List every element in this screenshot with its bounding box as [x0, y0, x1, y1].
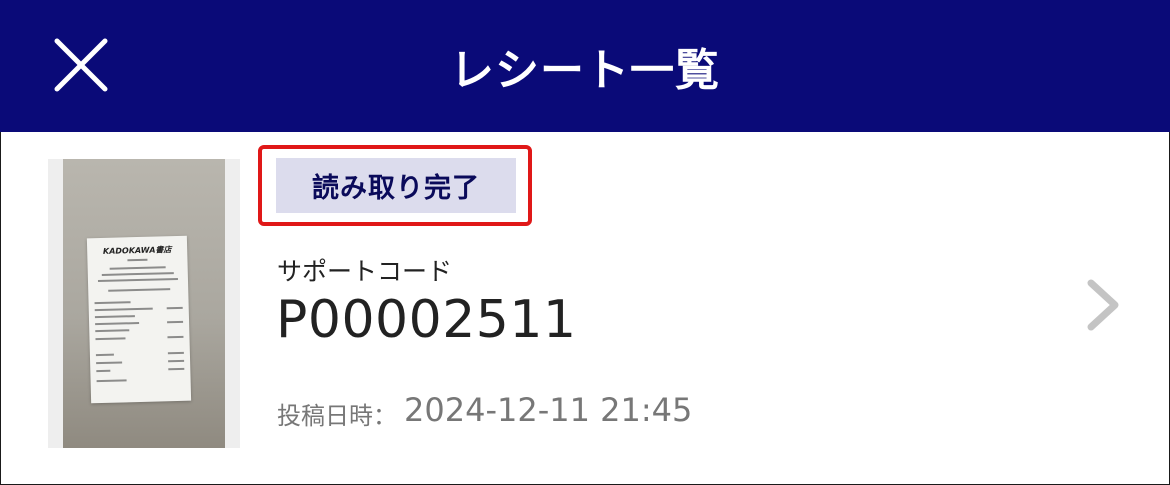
- receipt-text-line: [94, 307, 153, 312]
- posted-date-value: 2024-12-11 21:45: [404, 391, 693, 429]
- receipt-text-line: [94, 301, 131, 305]
- receipt-text-line: [94, 315, 135, 319]
- receipt-paper: KADOKAWA書店: [86, 235, 192, 404]
- receipt-text-line: [127, 258, 148, 262]
- receipt-store-name: KADOKAWA書店: [102, 245, 172, 256]
- receipt-text-line: [108, 288, 171, 292]
- receipt-text-line: [96, 379, 127, 383]
- receipt-text-line: [167, 351, 184, 355]
- receipt-list-item[interactable]: KADOKAWA書店 読み取り完了 サポートコード P00002511 投稿日時…: [0, 132, 1170, 485]
- receipt-text-line: [95, 337, 126, 341]
- header-bar: レシート一覧: [0, 0, 1170, 132]
- receipt-text-line: [95, 329, 130, 333]
- receipt-text-line: [97, 277, 178, 283]
- status-badge: 読み取り完了: [276, 158, 516, 213]
- receipt-text-line: [101, 272, 174, 276]
- receipt-text-line: [168, 359, 185, 363]
- receipt-text-line: [167, 335, 184, 339]
- receipt-text-line: [95, 353, 114, 357]
- support-code-value: P00002511: [276, 290, 577, 350]
- receipt-thumbnail[interactable]: KADOKAWA書店: [48, 159, 240, 448]
- chevron-right-icon[interactable]: [1083, 277, 1123, 333]
- receipt-text-line: [166, 306, 183, 310]
- page-title: レシート一覧: [450, 45, 720, 96]
- receipt-text-line: [109, 266, 166, 270]
- posted-date-label: 投稿日時：: [277, 402, 397, 430]
- receipt-photo: KADOKAWA書店: [63, 159, 225, 448]
- receipt-text-line: [96, 369, 111, 373]
- receipt-text-line: [168, 367, 185, 371]
- support-code-label: サポートコード: [277, 257, 453, 286]
- receipt-text-line: [96, 361, 123, 365]
- receipt-text-line: [95, 321, 140, 326]
- receipt-text-line: [167, 320, 184, 324]
